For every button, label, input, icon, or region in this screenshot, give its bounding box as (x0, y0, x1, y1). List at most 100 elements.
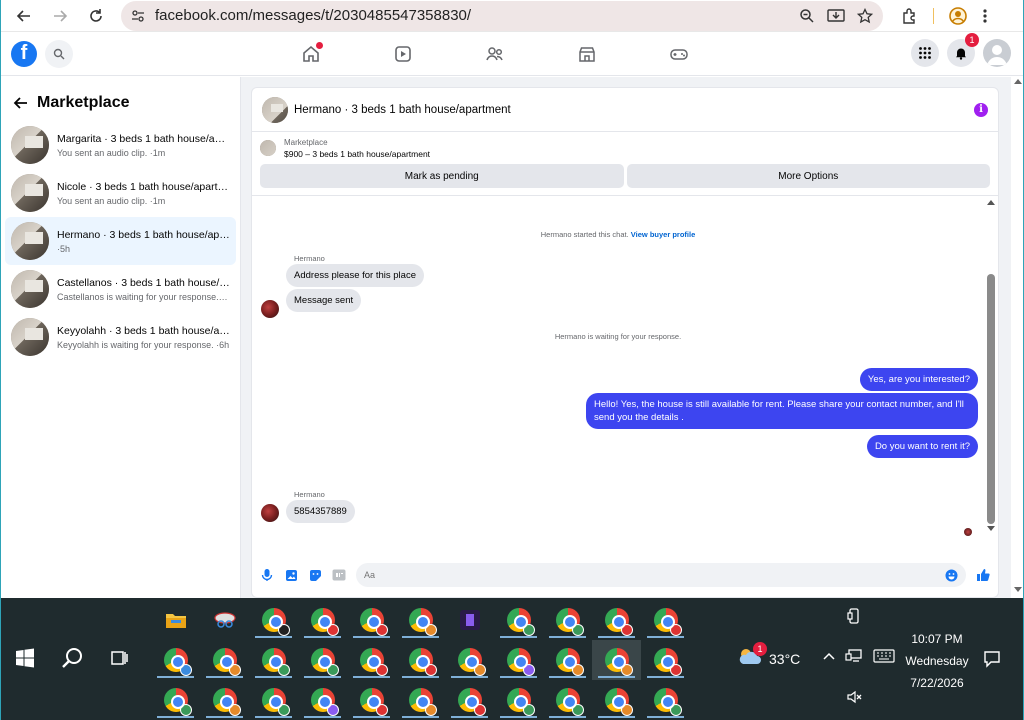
chrome-window-24[interactable] (396, 680, 445, 720)
weather-widget[interactable]: 1 33°C (737, 642, 800, 671)
menu-button[interactable] (911, 39, 939, 67)
listing-mini-thumbnail[interactable] (260, 140, 276, 156)
chrome-window-18[interactable] (641, 640, 690, 680)
search-button[interactable] (45, 39, 73, 68)
clock[interactable]: 10:07 PM Wednesday 7/22/2026 (901, 628, 973, 694)
thread-item-hermano[interactable]: Hermano · 3 beds 1 bath house/apartment … (5, 217, 236, 265)
chrome-window-17[interactable] (543, 640, 592, 680)
sticker-icon[interactable] (308, 568, 322, 582)
chrome-window-10[interactable] (200, 640, 249, 680)
zoom-icon[interactable] (799, 8, 815, 24)
taskbar-search-button[interactable] (61, 646, 85, 675)
chrome-window-2[interactable] (298, 600, 347, 640)
sender-avatar[interactable] (261, 504, 279, 522)
snipping-tool-app[interactable] (200, 600, 249, 640)
message-bubble-incoming[interactable]: Address please for this place (286, 264, 424, 287)
chrome-window-19[interactable] (151, 680, 200, 720)
emoji-icon[interactable] (945, 569, 958, 582)
task-view-button[interactable] (109, 648, 129, 673)
gif-icon[interactable] (332, 568, 346, 582)
photo-icon[interactable] (284, 568, 298, 582)
extensions-icon[interactable] (901, 7, 919, 25)
more-vertical-icon[interactable] (982, 8, 988, 24)
keyboard-icon[interactable] (873, 649, 895, 663)
chat-title[interactable]: Hermano · 3 beds 1 bath house/apartment (294, 104, 968, 116)
chrome-window-4[interactable] (396, 600, 445, 640)
network-icon[interactable] (845, 648, 863, 664)
message-bubble-outgoing[interactable]: Hello! Yes, the house is still available… (586, 393, 978, 429)
site-settings-icon[interactable] (131, 9, 145, 23)
notification-center-button[interactable] (983, 650, 1001, 673)
info-icon[interactable]: i (974, 102, 988, 117)
phone-link-button[interactable] (847, 608, 861, 629)
volume-button[interactable] (847, 690, 863, 709)
chrome-window-5[interactable] (494, 600, 543, 640)
account-avatar[interactable] (983, 39, 1011, 67)
file-explorer-app[interactable] (151, 600, 200, 640)
message-input-wrap[interactable] (356, 563, 966, 587)
profile-icon[interactable] (948, 6, 968, 26)
thread-item-castellanos[interactable]: Castellanos · 3 beds 1 bath house/apartm… (5, 265, 236, 313)
chrome-window-12[interactable] (298, 640, 347, 680)
chrome-window-6[interactable] (543, 600, 592, 640)
chrome-window-27[interactable] (543, 680, 592, 720)
forward-button[interactable] (45, 1, 75, 31)
back-arrow-icon[interactable] (13, 95, 29, 111)
page-scroll-down[interactable] (1014, 587, 1022, 592)
thread-item-nicole[interactable]: Nicole · 3 beds 1 bath house/apartment Y… (5, 169, 236, 217)
chat-scrollbar[interactable] (986, 198, 996, 553)
page-scrollbar[interactable] (1011, 77, 1023, 598)
message-bubble-incoming[interactable]: Message sent (286, 289, 362, 312)
chrome-window-7[interactable] (592, 600, 641, 640)
install-app-icon[interactable] (827, 8, 845, 24)
chrome-window-8[interactable] (641, 600, 690, 640)
sender-avatar[interactable] (261, 300, 279, 318)
tab-home[interactable] (299, 42, 323, 66)
chrome-window-29[interactable] (641, 680, 690, 720)
chrome-window-23[interactable] (347, 680, 396, 720)
chrome-window-14[interactable] (396, 640, 445, 680)
message-bubble-incoming[interactable]: 5854357889 (286, 500, 355, 523)
tab-gaming[interactable] (667, 42, 691, 66)
mark-as-pending-button[interactable]: Mark as pending (260, 164, 624, 188)
chevron-up-icon[interactable] (823, 651, 835, 661)
message-bubble-outgoing[interactable]: Do you want to rent it? (866, 435, 978, 458)
chrome-window-11[interactable] (249, 640, 298, 680)
chrome-window-9[interactable] (151, 640, 200, 680)
page-scroll-up[interactable] (1014, 79, 1022, 84)
thread-item-margarita[interactable]: Margarita · 3 beds 1 bath house/apartmen… (5, 121, 236, 169)
address-bar[interactable]: facebook.com/messages/t/2030485547358830… (121, 0, 883, 31)
chrome-window-20[interactable] (200, 680, 249, 720)
microphone-icon[interactable] (260, 568, 274, 582)
chrome-window-3[interactable] (347, 600, 396, 640)
more-options-button[interactable]: More Options (626, 164, 990, 188)
chrome-window-26[interactable] (494, 680, 543, 720)
chrome-window-21[interactable] (249, 680, 298, 720)
chrome-window-1[interactable] (249, 600, 298, 640)
chrome-window-22[interactable] (298, 680, 347, 720)
thread-item-keyyolahh[interactable]: Keyyolahh · 3 beds 1 bath house/apartmen… (5, 313, 236, 361)
chrome-window-active[interactable] (592, 640, 641, 680)
chrome-window-13[interactable] (347, 640, 396, 680)
scroll-down-arrow[interactable] (987, 526, 995, 531)
chrome-window-25[interactable] (445, 680, 494, 720)
chrome-window-15[interactable] (445, 640, 494, 680)
tab-friends[interactable] (483, 42, 507, 66)
media-app[interactable] (445, 600, 494, 640)
tab-marketplace[interactable] (575, 42, 599, 66)
tab-video[interactable] (391, 42, 415, 66)
message-bubble-outgoing[interactable]: Yes, are you interested? (859, 368, 978, 391)
bookmark-star-icon[interactable] (857, 7, 873, 24)
message-input[interactable] (364, 570, 945, 580)
chrome-window-16[interactable] (494, 640, 543, 680)
scroll-up-arrow[interactable] (987, 200, 995, 205)
scroll-thumb[interactable] (987, 274, 995, 524)
start-button[interactable] (15, 648, 35, 673)
like-thumb-icon[interactable] (976, 568, 990, 582)
listing-price-title[interactable]: $900 – 3 beds 1 bath house/apartment (284, 149, 430, 159)
notifications-button[interactable]: 1 (947, 33, 979, 67)
url-text[interactable]: facebook.com/messages/t/2030485547358830… (155, 7, 789, 24)
view-buyer-profile-link[interactable]: View buyer profile (631, 230, 695, 239)
chat-listing-thumbnail[interactable] (262, 96, 288, 123)
facebook-logo-icon[interactable]: f (11, 40, 37, 67)
